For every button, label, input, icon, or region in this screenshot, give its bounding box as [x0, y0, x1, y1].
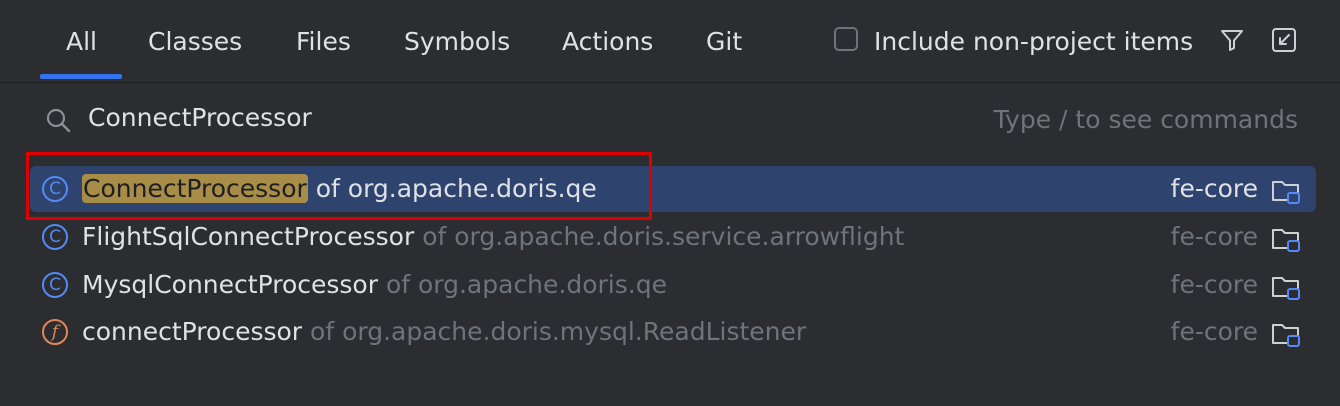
module-folder-icon — [1270, 270, 1302, 302]
class-icon: C — [42, 224, 68, 250]
result-module: fe-core — [1170, 174, 1258, 203]
module-folder-icon — [1270, 317, 1302, 349]
result-name: connectProcessor — [82, 317, 303, 346]
result-text: FlightSqlConnectProcessor of org.apache.… — [82, 218, 904, 256]
result-text: connectProcessor of org.apache.doris.mys… — [82, 313, 806, 351]
tab-actions[interactable]: Actions — [562, 24, 653, 60]
search-icon — [44, 106, 72, 134]
result-module: fe-core — [1170, 317, 1258, 346]
filter-icon[interactable] — [1218, 26, 1246, 54]
result-module: fe-core — [1170, 270, 1258, 299]
tab-all[interactable]: All — [66, 24, 97, 60]
result-text: MysqlConnectProcessor of org.apache.dori… — [82, 266, 667, 304]
result-qualifier: of org.apache.doris.mysql.ReadListener — [310, 317, 807, 346]
result-qualifier: of org.apache.doris.service.arrowflight — [422, 222, 905, 251]
result-row[interactable]: C MysqlConnectProcessor of org.apache.do… — [30, 262, 1316, 308]
tab-git[interactable]: Git — [706, 24, 742, 60]
result-name: FlightSqlConnectProcessor — [82, 222, 415, 251]
tab-symbols[interactable]: Symbols — [404, 24, 510, 60]
include-non-project-label[interactable]: Include non-project items — [874, 24, 1193, 60]
search-input[interactable] — [88, 98, 928, 138]
highlight-annotation-box — [26, 152, 652, 220]
result-qualifier: of org.apache.doris.qe — [385, 270, 667, 299]
module-folder-icon — [1270, 222, 1302, 254]
tab-files[interactable]: Files — [296, 24, 351, 60]
field-icon: f — [42, 319, 68, 345]
include-non-project-checkbox[interactable] — [834, 27, 858, 51]
module-folder-icon — [1270, 174, 1302, 206]
result-row[interactable]: C FlightSqlConnectProcessor of org.apach… — [30, 214, 1316, 260]
tab-classes[interactable]: Classes — [148, 24, 242, 60]
active-tab-indicator — [40, 74, 122, 79]
result-row[interactable]: f connectProcessor of org.apache.doris.m… — [30, 309, 1316, 355]
result-name: MysqlConnectProcessor — [82, 270, 378, 299]
class-icon: C — [42, 272, 68, 298]
search-hint: Type / to see commands — [993, 105, 1298, 134]
open-in-window-icon[interactable] — [1270, 26, 1298, 54]
search-everywhere-tabbar: All Classes Files Symbols Actions Git In… — [0, 0, 1340, 83]
result-module: fe-core — [1170, 222, 1258, 251]
